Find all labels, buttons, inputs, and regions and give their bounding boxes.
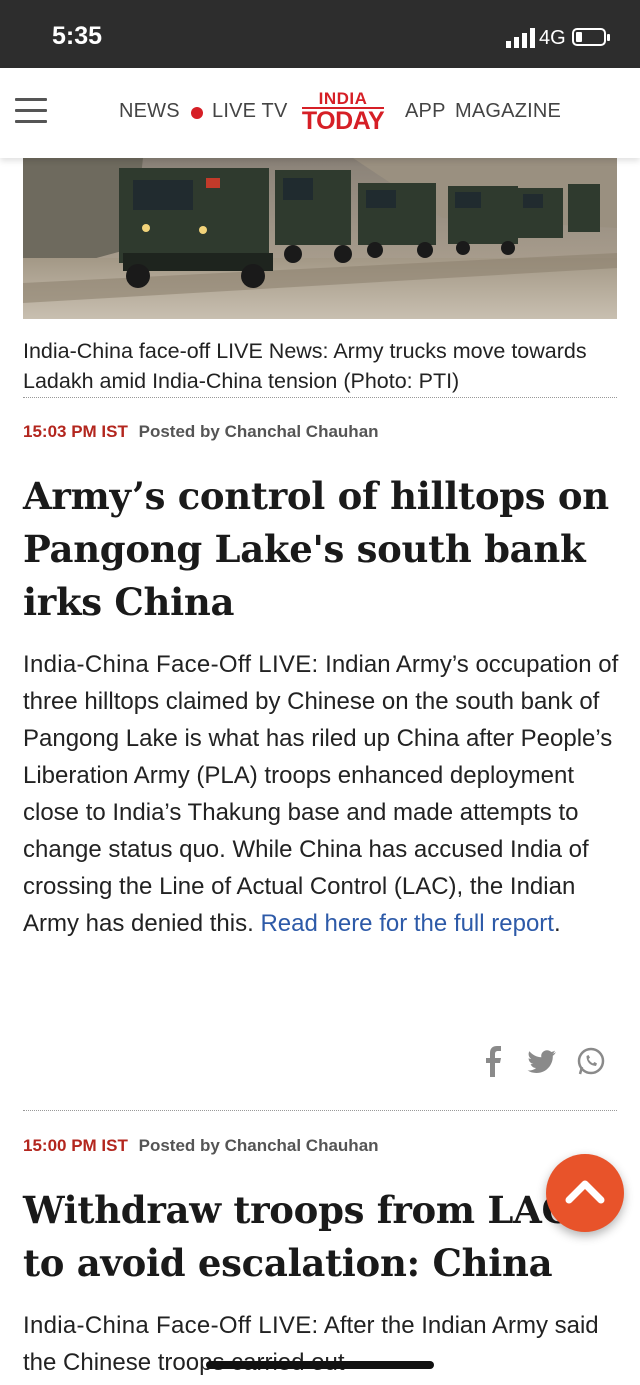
divider [23,1110,617,1111]
nav-magazine[interactable]: MAGAZINE [455,100,561,123]
hero-caption: India-China face-off LIVE News: Army tru… [23,339,587,393]
divider [23,397,617,398]
post-time: 15:00 PM IST [23,1136,128,1155]
post-meta: 15:00 PM IST Posted by Chanchal Chauhan [23,1136,379,1156]
post-time: 15:03 PM IST [23,422,128,441]
status-bar: 5:35 4G [0,0,640,68]
home-indicator[interactable] [206,1361,434,1369]
post-meta: 15:03 PM IST Posted by Chanchal Chauhan [23,422,379,442]
status-time: 5:35 [52,22,103,50]
chevron-up-icon [565,1180,605,1204]
post-body: India-China Face-Off LIVE: Indian Army’s… [23,646,623,942]
post-headline[interactable]: Army’s control of hilltops on Pangong La… [23,470,623,629]
post-text-end: . [553,910,561,937]
signal-icon [506,28,535,48]
hamburger-menu-icon[interactable] [15,98,47,124]
post-lead: India-China Face-Off LIVE: [23,1312,319,1339]
site-header: NEWS LIVE TV INDIA TODAY APP MAGAZINE [0,68,640,158]
network-type: 4G [539,27,566,49]
nav-app[interactable]: APP [405,100,446,123]
logo-line2: TODAY [301,107,385,135]
army-trucks-photo [23,158,617,319]
nav-news[interactable]: NEWS [119,100,180,123]
post-text: Indian Army’s occupation of three hillto… [23,651,619,937]
whatsapp-icon[interactable] [576,1043,606,1079]
logo-line1: INDIA [318,89,368,108]
post-body: India-China Face-Off LIVE: After the Ind… [23,1307,623,1381]
post-author: Posted by Chanchal Chauhan [138,422,379,441]
post-author: Posted by Chanchal Chauhan [138,1136,379,1155]
post-lead: India-China Face-Off LIVE: [23,651,319,678]
nav-live-tv[interactable]: LIVE TV [212,100,288,123]
india-today-logo[interactable]: INDIA TODAY [299,89,387,135]
hero-image [23,158,617,319]
live-dot-icon [191,107,203,119]
scroll-top-button[interactable] [546,1154,624,1232]
battery-icon [572,28,610,46]
read-full-report-link[interactable]: Read here for the full report [260,910,554,937]
post-headline[interactable]: Withdraw troops from LAC to avoid escala… [23,1184,613,1290]
facebook-icon[interactable] [480,1043,506,1079]
twitter-icon[interactable] [526,1043,558,1079]
